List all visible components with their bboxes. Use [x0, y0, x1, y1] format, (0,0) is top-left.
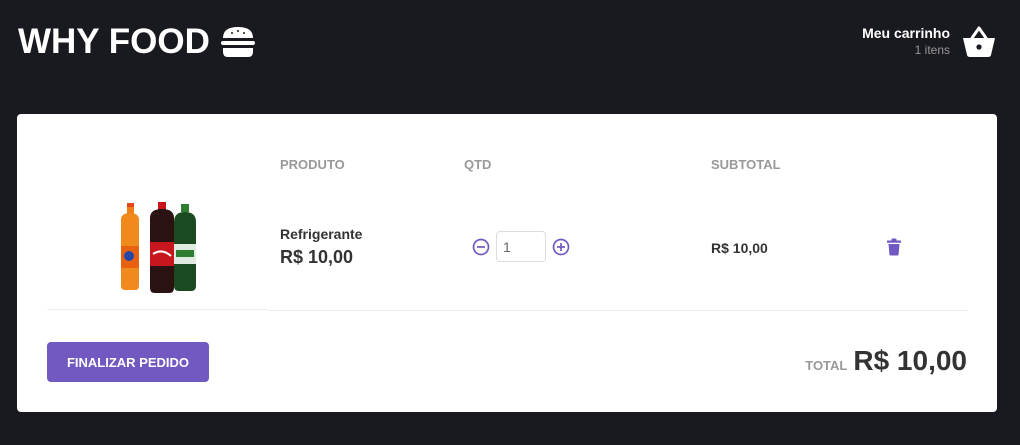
column-header-subtotal: SUBTOTAL: [711, 157, 781, 172]
cart-count: 1 itens: [914, 43, 950, 57]
row-divider: [268, 310, 968, 311]
product-price: R$ 10,00: [280, 247, 354, 267]
product-image: [121, 202, 196, 293]
header: WHY FOOD Meu carrinho 1 itens: [0, 0, 1020, 90]
logo[interactable]: WHY FOOD: [18, 22, 256, 62]
cart-title: Meu carrinho: [862, 25, 950, 41]
total-label: TOTAL: [805, 358, 848, 373]
product-name: Refrigerante: [280, 226, 363, 242]
plus-circle-icon[interactable]: [552, 238, 570, 256]
quantity-stepper: [472, 231, 570, 262]
minus-circle-icon[interactable]: [472, 238, 490, 256]
column-header-product: PRODUTO: [280, 157, 345, 172]
logo-text: WHY FOOD: [18, 22, 210, 61]
row-divider: [47, 309, 268, 310]
cart-basket-icon: [963, 26, 995, 57]
cart-panel: PRODUTO QTD SUBTOTAL Refrigerante R$ 10,…: [17, 114, 997, 412]
order-total: TOTAL R$ 10,00: [805, 345, 967, 377]
column-header-qty: QTD: [464, 157, 492, 172]
cart-link[interactable]: Meu carrinho 1 itens: [862, 24, 996, 58]
total-value: R$ 10,00: [853, 345, 967, 376]
cart-info: Meu carrinho 1 itens: [862, 24, 950, 58]
item-subtotal: R$ 10,00: [711, 240, 768, 256]
trash-icon[interactable]: [886, 238, 902, 256]
quantity-input[interactable]: [496, 231, 546, 262]
burger-icon: [220, 27, 255, 57]
checkout-button[interactable]: Finalizar pedido: [47, 342, 209, 382]
